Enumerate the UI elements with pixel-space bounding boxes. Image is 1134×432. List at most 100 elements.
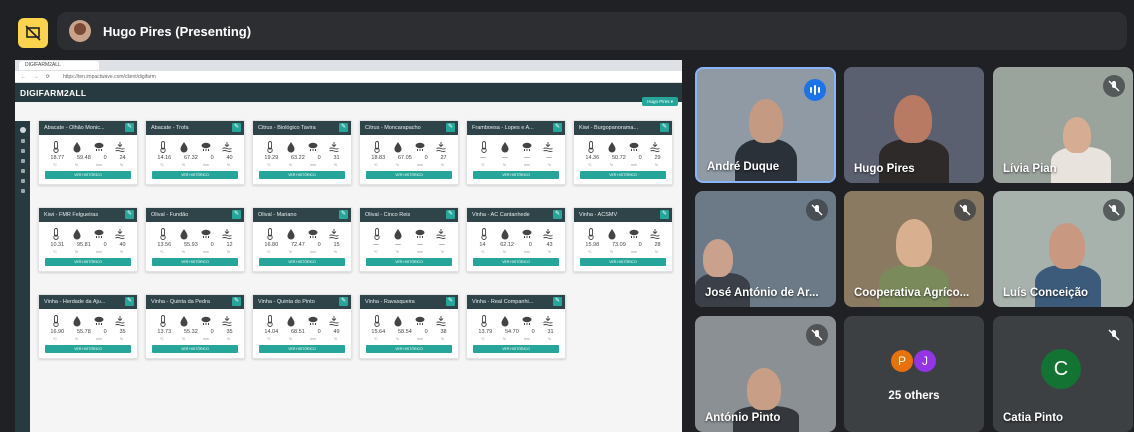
edit-icon[interactable]: ✎ bbox=[553, 210, 562, 219]
station-card[interactable]: Vinha - ACSMV ✎ 15.98 73.09 0 28 ºC% mm% VER HIS… bbox=[573, 207, 673, 272]
history-button[interactable]: VER HISTÓRICO bbox=[473, 258, 559, 266]
nav-item-icon[interactable] bbox=[20, 149, 25, 153]
nav-item-icon[interactable] bbox=[20, 179, 25, 183]
station-card[interactable]: Olival - Fundão ✎ 13.56 55.93 0 12 ºC% mm% VER H… bbox=[145, 207, 245, 272]
history-button[interactable]: VER HISTÓRICO bbox=[473, 171, 559, 179]
metric-unit: ºC bbox=[588, 250, 592, 254]
participant-tile[interactable]: C Catia Pinto bbox=[993, 316, 1133, 432]
rain-cloud-icon bbox=[201, 142, 211, 151]
edit-icon[interactable]: ✎ bbox=[125, 210, 134, 219]
others-tile[interactable]: P J 25 others bbox=[844, 316, 984, 432]
metric-value: 62.12 bbox=[500, 242, 514, 248]
station-card[interactable]: Abacate - Trofa ✎ 14.16 67.32 0 40 ºC% mm% VER H… bbox=[145, 120, 245, 185]
presenter-banner[interactable]: Hugo Pires (Presenting) bbox=[57, 12, 1127, 50]
edit-icon[interactable]: ✎ bbox=[339, 123, 348, 132]
edit-icon[interactable]: ✎ bbox=[339, 297, 348, 306]
nav-item-icon[interactable] bbox=[20, 159, 25, 163]
edit-icon[interactable]: ✎ bbox=[553, 297, 562, 306]
edit-icon[interactable]: ✎ bbox=[660, 123, 669, 132]
edit-icon[interactable]: ✎ bbox=[125, 123, 134, 132]
metric-unit: % bbox=[395, 337, 399, 341]
station-card[interactable]: Kiwi - Burgopanorama... ✎ 14.36 50.72 0 29 ºC%… bbox=[573, 120, 673, 185]
browser-tab[interactable]: DIGIFARM2ALL bbox=[19, 61, 99, 70]
app-logo: DIGIFARM2ALL bbox=[20, 87, 87, 98]
station-card[interactable]: Vinha - Quinta do Pinto ✎ 14.04 68.51 0 49 ºC%… bbox=[252, 294, 352, 359]
station-card[interactable]: Vinha - Real Companhi... ✎ 13.79 54.70 0 31 ºC… bbox=[466, 294, 566, 359]
station-card[interactable]: Olival - Cinco Reis ✎ — — — — ºC% mm% VER HISTÓR… bbox=[359, 207, 459, 272]
station-card[interactable]: Framboesa - Lopes e A... ✎ — — — — ºC% mm% VER H… bbox=[466, 120, 566, 185]
soil-moisture-icon bbox=[115, 229, 125, 239]
history-button[interactable]: VER HISTÓRICO bbox=[259, 345, 345, 353]
card-header: Abacate - Trofa ✎ bbox=[146, 121, 244, 135]
participant-tile[interactable]: Lívia Pian bbox=[993, 67, 1133, 183]
humidity-icon bbox=[180, 142, 188, 153]
metric-unit: mm bbox=[630, 250, 637, 254]
metric-value: 55.93 bbox=[183, 242, 198, 248]
participant-tile[interactable]: Cooperativa Agríco... bbox=[844, 191, 984, 307]
history-button[interactable]: VER HISTÓRICO bbox=[152, 345, 238, 353]
station-card[interactable]: Vinha - AC Cantanhede ✎ 14 62.12 0 43 ºC% mm% VE… bbox=[466, 207, 566, 272]
history-button[interactable]: VER HISTÓRICO bbox=[366, 258, 452, 266]
history-button[interactable]: VER HISTÓRICO bbox=[580, 171, 666, 179]
metric-value: 0 bbox=[103, 242, 107, 248]
edit-icon[interactable]: ✎ bbox=[125, 297, 134, 306]
nav-item-icon[interactable] bbox=[20, 139, 25, 143]
history-button[interactable]: VER HISTÓRICO bbox=[45, 171, 131, 179]
station-card[interactable]: Kiwi - FMR Felgueiras ✎ 10.31 95.81 0 40 ºC% mm… bbox=[38, 207, 138, 272]
edit-icon[interactable]: ✎ bbox=[446, 297, 455, 306]
edit-icon[interactable]: ✎ bbox=[339, 210, 348, 219]
user-menu-button[interactable]: Hugo Pires ▾ bbox=[642, 97, 678, 106]
history-button[interactable]: VER HISTÓRICO bbox=[45, 258, 131, 266]
station-card[interactable]: Citrus - Moncarapacho ✎ 18.83 67.05 0 27 ºC% mm… bbox=[359, 120, 459, 185]
metric-unit: mm bbox=[630, 163, 637, 167]
edit-icon[interactable]: ✎ bbox=[446, 123, 455, 132]
metric-unit: % bbox=[609, 163, 613, 167]
edit-icon[interactable]: ✎ bbox=[232, 123, 241, 132]
metric-values: 15.64 58.54 0 38 bbox=[360, 329, 458, 337]
browser-address-bar[interactable]: ← → ⟳ https://ten.impactwave.com/client/… bbox=[15, 71, 682, 83]
metric-value: 16.80 bbox=[264, 242, 279, 248]
rain-cloud-icon bbox=[415, 316, 425, 325]
edit-icon[interactable]: ✎ bbox=[446, 210, 455, 219]
edit-icon[interactable]: ✎ bbox=[232, 210, 241, 219]
station-card[interactable]: Abacate - Olhão Monic... ✎ 18.77 59.48 0 24 ºC… bbox=[38, 120, 138, 185]
participant-tile[interactable]: André Duque bbox=[695, 67, 836, 183]
participant-tile[interactable]: Luís Conceição bbox=[993, 191, 1133, 307]
participant-tile[interactable]: Hugo Pires bbox=[844, 67, 984, 183]
nav-item-icon[interactable] bbox=[20, 189, 25, 193]
history-button[interactable]: VER HISTÓRICO bbox=[152, 171, 238, 179]
station-card[interactable]: Vinha - Quinta da Pedra ✎ 13.73 55.32 0 35 ºC%… bbox=[145, 294, 245, 359]
metric-units: ºC% mm% bbox=[360, 163, 458, 168]
nav-item-icon[interactable] bbox=[20, 169, 25, 173]
history-button[interactable]: VER HISTÓRICO bbox=[259, 258, 345, 266]
metric-value: 0 bbox=[317, 155, 321, 161]
thermometer-icon bbox=[374, 141, 380, 153]
metric-unit: ºC bbox=[53, 250, 57, 254]
metric-icons bbox=[574, 222, 672, 242]
history-button[interactable]: VER HISTÓRICO bbox=[45, 345, 131, 353]
history-button[interactable]: VER HISTÓRICO bbox=[366, 345, 452, 353]
participant-tile[interactable]: António Pinto bbox=[695, 316, 836, 432]
rain-cloud-icon bbox=[308, 142, 318, 151]
history-button[interactable]: VER HISTÓRICO bbox=[366, 171, 452, 179]
soil-moisture-icon bbox=[222, 229, 232, 239]
stop-presenting-button[interactable] bbox=[18, 18, 48, 48]
thermometer-icon bbox=[53, 141, 59, 153]
station-card[interactable]: Olival - Mariano ✎ 16.80 72.47 0 15 ºC% mm% VER … bbox=[252, 207, 352, 272]
metric-unit: % bbox=[609, 250, 613, 254]
history-button[interactable]: VER HISTÓRICO bbox=[473, 345, 559, 353]
metric-value: 0 bbox=[528, 242, 532, 248]
edit-icon[interactable]: ✎ bbox=[660, 210, 669, 219]
station-title: Citrus - Moncarapacho bbox=[365, 125, 421, 131]
edit-icon[interactable]: ✎ bbox=[232, 297, 241, 306]
station-card[interactable]: Vinha - Ravasqueira ✎ 15.64 58.54 0 38 ºC% mm% V… bbox=[359, 294, 459, 359]
history-button[interactable]: VER HISTÓRICO bbox=[580, 258, 666, 266]
nav-home-icon[interactable] bbox=[19, 127, 26, 133]
edit-icon[interactable]: ✎ bbox=[553, 123, 562, 132]
station-card[interactable]: Vinha - Herdade da Aju... ✎ 16.90 55.78 0 35 º… bbox=[38, 294, 138, 359]
history-button[interactable]: VER HISTÓRICO bbox=[259, 171, 345, 179]
history-button[interactable]: VER HISTÓRICO bbox=[152, 258, 238, 266]
metric-value: 68.51 bbox=[290, 329, 305, 335]
participant-tile[interactable]: José António de Ar... bbox=[695, 191, 836, 307]
station-card[interactable]: Citrus - Biológico Tavira ✎ 19.29 63.22 0 31 º… bbox=[252, 120, 352, 185]
